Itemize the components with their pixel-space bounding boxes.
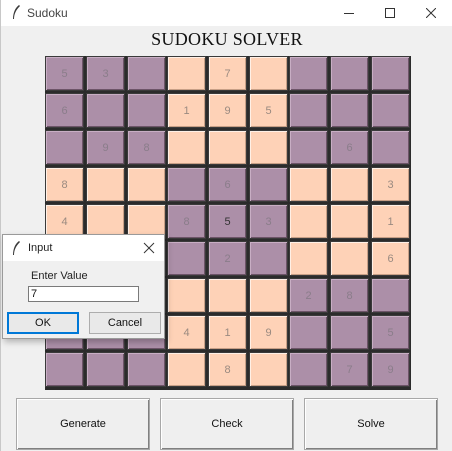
board-cell-r5c8[interactable] — [330, 204, 369, 239]
board-cell-r7c5[interactable] — [208, 278, 247, 313]
board-cell-r2c8[interactable] — [330, 93, 369, 128]
board-cell-r9c6[interactable] — [249, 352, 288, 387]
board-cell-r2c3[interactable] — [127, 93, 166, 128]
board-cell-r2c1[interactable]: 6 — [45, 93, 84, 128]
board-cell-r2c9[interactable] — [371, 93, 410, 128]
board-cell-r2c2[interactable] — [86, 93, 125, 128]
board-cell-r1c6[interactable] — [249, 56, 288, 91]
minimize-button[interactable] — [326, 0, 371, 26]
board-cell-r2c7[interactable] — [289, 93, 328, 128]
board-cell-r4c9[interactable]: 3 — [371, 167, 410, 202]
board-cell-r5c4[interactable]: 8 — [167, 204, 206, 239]
board-cell-r6c9[interactable]: 6 — [371, 241, 410, 276]
board-cell-r6c7[interactable] — [289, 241, 328, 276]
board-cell-r3c3[interactable]: 8 — [127, 130, 166, 165]
board-cell-r7c8[interactable]: 8 — [330, 278, 369, 313]
cancel-button[interactable]: Cancel — [89, 312, 161, 334]
board-cell-r8c4[interactable]: 4 — [167, 315, 206, 350]
board-cell-r4c5[interactable]: 6 — [208, 167, 247, 202]
generate-button[interactable]: Generate — [16, 398, 150, 450]
maximize-button[interactable] — [367, 0, 412, 26]
board-cell-r4c1[interactable]: 8 — [45, 167, 84, 202]
check-button[interactable]: Check — [160, 398, 294, 450]
board-cell-r9c3[interactable] — [127, 352, 166, 387]
board-cell-r4c8[interactable] — [330, 167, 369, 202]
board-cell-r3c7[interactable] — [289, 130, 328, 165]
board-cell-r9c5[interactable]: 8 — [208, 352, 247, 387]
board-cell-r6c4[interactable] — [167, 241, 206, 276]
board-cell-r3c8[interactable]: 6 — [330, 130, 369, 165]
board-cell-r4c2[interactable] — [86, 167, 125, 202]
board-cell-r2c5[interactable]: 9 — [208, 93, 247, 128]
board-cell-r9c4[interactable] — [167, 352, 206, 387]
tk-feather-icon — [13, 5, 20, 19]
board-cell-r8c7[interactable] — [289, 315, 328, 350]
board-cell-r1c1[interactable]: 5 — [45, 56, 84, 91]
board-cell-r4c7[interactable] — [289, 167, 328, 202]
board-cell-r8c6[interactable]: 9 — [249, 315, 288, 350]
window-title: Sudoku — [27, 6, 68, 20]
ok-button[interactable]: OK — [7, 312, 79, 334]
board-cell-r8c5[interactable]: 1 — [208, 315, 247, 350]
board-cell-r6c8[interactable] — [330, 241, 369, 276]
board-cell-r1c3[interactable] — [127, 56, 166, 91]
page-title: SUDOKU SOLVER — [151, 29, 303, 49]
board-cell-r4c4[interactable] — [167, 167, 206, 202]
minimize-icon — [343, 13, 354, 14]
tk-feather-icon — [13, 241, 20, 255]
dialog-title-bar: Input — [3, 235, 164, 261]
maximize-icon — [384, 8, 395, 18]
board-cell-r2c4[interactable]: 1 — [167, 93, 206, 128]
board-cell-r1c5[interactable]: 7 — [208, 56, 247, 91]
board-cell-r7c6[interactable] — [249, 278, 288, 313]
dialog-title: Input — [28, 242, 53, 254]
sudoku-window: Sudoku SUDOKU SOLVER 5376195986863485312… — [0, 0, 452, 451]
board-cell-r4c3[interactable] — [127, 167, 166, 202]
board-cell-r5c9[interactable]: 1 — [371, 204, 410, 239]
dialog-label: Enter Value — [31, 270, 88, 282]
board-cell-r7c7[interactable]: 2 — [289, 278, 328, 313]
board-cell-r9c1[interactable] — [45, 352, 84, 387]
board-cell-r3c5[interactable] — [208, 130, 247, 165]
input-dialog: Input Enter Value 7 OK Cancel — [2, 234, 165, 339]
solve-button[interactable]: Solve — [304, 398, 438, 450]
board-cell-r5c7[interactable] — [289, 204, 328, 239]
board-cell-r9c7[interactable] — [289, 352, 328, 387]
board-cell-r9c2[interactable] — [86, 352, 125, 387]
board-cell-r8c9[interactable]: 5 — [371, 315, 410, 350]
board-cell-r3c1[interactable] — [45, 130, 84, 165]
sudoku-board: 53761959868634853126284195879 — [45, 56, 411, 390]
board-cell-r6c6[interactable] — [249, 241, 288, 276]
title-bar: Sudoku — [1, 0, 452, 26]
board-cell-r9c8[interactable]: 7 — [330, 352, 369, 387]
board-cell-r1c8[interactable] — [330, 56, 369, 91]
board-cell-r5c5[interactable]: 5 — [208, 204, 247, 239]
board-cell-r7c9[interactable] — [371, 278, 410, 313]
board-cell-r1c9[interactable] — [371, 56, 410, 91]
board-cell-r3c4[interactable] — [167, 130, 206, 165]
board-cell-r3c6[interactable] — [249, 130, 288, 165]
board-cell-r3c2[interactable]: 9 — [86, 130, 125, 165]
close-button[interactable] — [408, 0, 452, 26]
board-cell-r8c8[interactable] — [330, 315, 369, 350]
board-cell-r9c9[interactable]: 9 — [371, 352, 410, 387]
dialog-close-icon[interactable] — [142, 241, 156, 255]
board-cell-r4c6[interactable] — [249, 167, 288, 202]
board-cell-r5c6[interactable]: 3 — [249, 204, 288, 239]
board-cell-r1c7[interactable] — [289, 56, 328, 91]
board-cell-r1c4[interactable] — [167, 56, 206, 91]
value-input[interactable]: 7 — [28, 286, 139, 302]
board-cell-r7c4[interactable] — [167, 278, 206, 313]
close-icon — [425, 8, 436, 18]
board-cell-r6c5[interactable]: 2 — [208, 241, 247, 276]
board-cell-r1c2[interactable]: 3 — [86, 56, 125, 91]
board-cell-r3c9[interactable] — [371, 130, 410, 165]
board-cell-r2c6[interactable]: 5 — [249, 93, 288, 128]
